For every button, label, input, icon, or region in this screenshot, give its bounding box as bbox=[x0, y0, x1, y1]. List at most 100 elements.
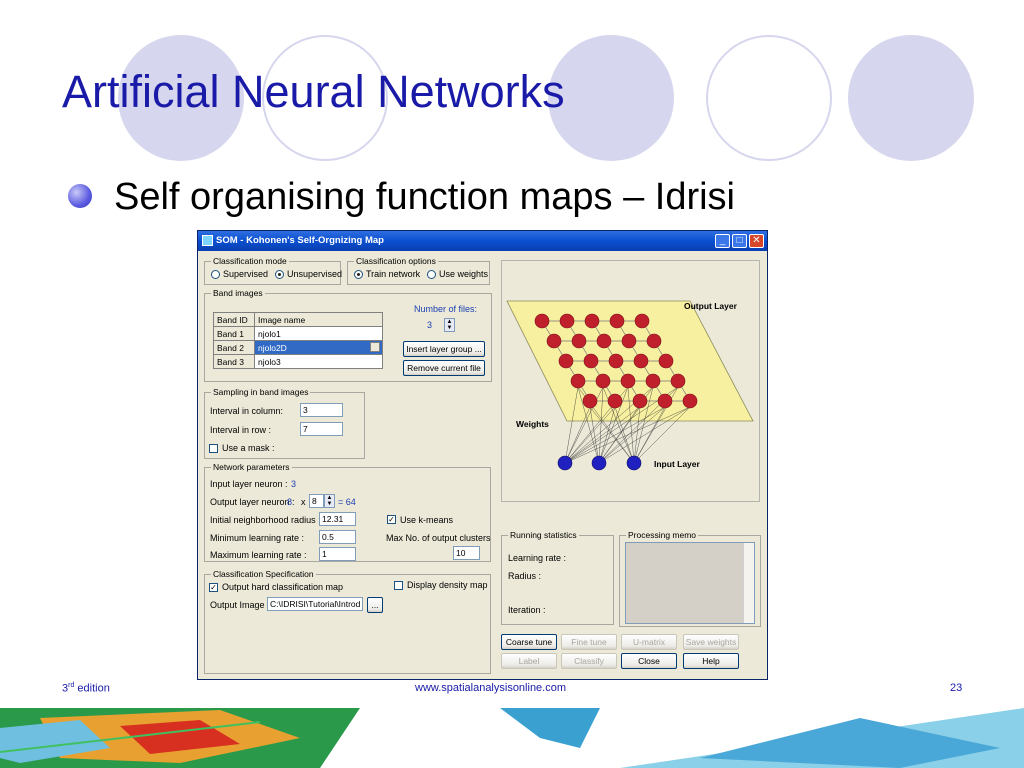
input-neuron-value: 3 bbox=[291, 479, 297, 489]
bullet-icon bbox=[68, 184, 92, 208]
fine-tune-button[interactable]: Fine tune bbox=[561, 634, 617, 650]
radio-unsupervised[interactable] bbox=[275, 270, 284, 279]
window-titlebar[interactable]: SOM - Kohonen's Self-Orgnizing Map _ □ ✕ bbox=[198, 231, 767, 251]
footer-edition: 3rd edition bbox=[62, 682, 110, 695]
density-map-label: Display density map bbox=[407, 580, 488, 590]
radio-supervised[interactable] bbox=[211, 270, 220, 279]
max-clusters-label: Max No. of output clusters bbox=[386, 533, 491, 543]
output-neuron bbox=[646, 333, 662, 349]
browse-button[interactable]: ... bbox=[367, 597, 383, 613]
image-name-text: njolo2D bbox=[258, 342, 287, 353]
processing-memo-textarea[interactable] bbox=[625, 542, 755, 624]
network-diagram: Output Layer Weights Input Layer bbox=[506, 300, 754, 471]
output-neuron bbox=[621, 333, 637, 349]
output-neuron bbox=[620, 373, 636, 389]
u-matrix-button[interactable]: U-matrix bbox=[621, 634, 677, 650]
banner-river-region bbox=[500, 708, 600, 748]
input-layer-label: Input Layer bbox=[654, 459, 701, 469]
max-rate-label: Maximum learning rate : bbox=[210, 550, 307, 560]
maximize-icon[interactable]: □ bbox=[732, 234, 747, 248]
classification-options-group: Classification options Train network Use… bbox=[347, 256, 490, 285]
table-row-selected[interactable]: Band 2 njolo2D bbox=[213, 340, 383, 355]
minimize-icon[interactable]: _ bbox=[715, 234, 730, 248]
window-title: SOM - Kohonen's Self-Orgnizing Map bbox=[216, 235, 384, 246]
output-neuron-spinner[interactable]: ▲ ▼ bbox=[324, 494, 335, 508]
table-header-row: Band ID Image name bbox=[213, 312, 383, 327]
radio-use-weights[interactable] bbox=[427, 270, 436, 279]
output-neuron bbox=[583, 353, 599, 369]
footer-url: www.spatialanalysisonline.com bbox=[415, 682, 567, 694]
output-neuron bbox=[632, 393, 648, 409]
output-neuron-label: Output layer neuron : bbox=[210, 497, 295, 507]
band-id-cell: Band 2 bbox=[213, 340, 255, 355]
group-label: Running statistics bbox=[508, 530, 579, 540]
output-neuron bbox=[534, 313, 550, 329]
use-kmeans-checkbox[interactable]: ✓ bbox=[387, 515, 396, 524]
input-neuron bbox=[591, 455, 607, 471]
band-table: Band ID Image name Band 1 njolo1 Band 2 … bbox=[213, 312, 383, 369]
group-label: Classification Specification bbox=[211, 569, 316, 579]
table-row[interactable]: Band 3 njolo3 bbox=[213, 354, 383, 369]
group-label: Sampling in band images bbox=[211, 387, 311, 397]
use-mask-checkbox[interactable] bbox=[209, 444, 218, 453]
density-map-checkbox[interactable] bbox=[394, 581, 403, 590]
output-image-field[interactable]: C:\IDRISI\Tutorial\Introd bbox=[267, 597, 363, 611]
close-button[interactable]: Close bbox=[621, 653, 677, 669]
page-number: 23 bbox=[950, 682, 963, 694]
insert-layer-group-button[interactable]: Insert layer group ... bbox=[403, 341, 485, 357]
max-clusters-field[interactable]: 10 bbox=[453, 546, 480, 560]
image-name-cell[interactable]: njolo2D bbox=[254, 340, 383, 355]
label-button[interactable]: Label bbox=[501, 653, 557, 669]
radius-field[interactable]: 12.31 bbox=[319, 512, 356, 526]
save-weights-button[interactable]: Save weights bbox=[683, 634, 739, 650]
interval-row-field[interactable]: 7 bbox=[300, 422, 343, 436]
group-label: Band images bbox=[211, 288, 265, 298]
input-neuron-label: Input layer neuron : bbox=[210, 479, 288, 489]
coarse-tune-button[interactable]: Coarse tune bbox=[501, 634, 557, 650]
use-kmeans-label: Use k-means bbox=[400, 515, 454, 525]
min-rate-field[interactable]: 0.5 bbox=[319, 530, 356, 544]
edition-word: edition bbox=[74, 682, 110, 695]
output-neuron bbox=[584, 313, 600, 329]
files-spinner[interactable]: ▲ ▼ bbox=[444, 318, 455, 332]
output-neuron bbox=[634, 313, 650, 329]
radio-train-network[interactable] bbox=[354, 270, 363, 279]
radio-label: Supervised bbox=[223, 269, 269, 279]
output-neuron bbox=[595, 373, 611, 389]
remove-current-file-button[interactable]: Remove current file bbox=[403, 360, 485, 376]
hard-map-checkbox[interactable]: ✓ bbox=[209, 583, 218, 592]
band-id-cell: Band 1 bbox=[213, 326, 255, 341]
network-diagram-panel: Output Layer Weights Input Layer bbox=[501, 260, 760, 502]
output-neuron-b-field[interactable]: 8 bbox=[309, 494, 324, 508]
classify-button[interactable]: Classify bbox=[561, 653, 617, 669]
output-neuron bbox=[608, 353, 624, 369]
learning-rate-label: Learning rate : bbox=[508, 553, 567, 563]
input-neuron bbox=[626, 455, 642, 471]
radius-stat-label: Radius : bbox=[508, 571, 542, 581]
interval-column-field[interactable]: 3 bbox=[300, 403, 343, 417]
table-row[interactable]: Band 1 njolo1 bbox=[213, 326, 383, 341]
slide-title: Artificial Neural Networks bbox=[62, 66, 565, 117]
interval-column-label: Interval in column: bbox=[210, 406, 284, 416]
image-name-cell[interactable]: njolo1 bbox=[254, 326, 383, 341]
decor-circle-4 bbox=[706, 35, 832, 161]
help-button[interactable]: Help bbox=[683, 653, 739, 669]
close-icon[interactable]: ✕ bbox=[749, 234, 764, 248]
browse-icon[interactable] bbox=[370, 342, 380, 352]
som-window: SOM - Kohonen's Self-Orgnizing Map _ □ ✕… bbox=[197, 230, 768, 680]
input-neuron bbox=[557, 455, 573, 471]
output-neuron bbox=[670, 373, 686, 389]
output-neuron bbox=[582, 393, 598, 409]
group-label: Classification options bbox=[354, 256, 438, 266]
output-neuron bbox=[571, 333, 587, 349]
output-neuron bbox=[633, 353, 649, 369]
output-image-label: Output Image : bbox=[210, 600, 270, 610]
radio-label: Use weights bbox=[439, 269, 489, 279]
max-rate-field[interactable]: 1 bbox=[319, 547, 356, 561]
image-name-cell: njolo3 bbox=[254, 354, 383, 369]
output-neuron bbox=[645, 373, 661, 389]
output-neuron bbox=[546, 333, 562, 349]
memo-scrollbar[interactable] bbox=[743, 543, 754, 623]
decor-circle-3 bbox=[548, 35, 674, 161]
output-neuron bbox=[559, 313, 575, 329]
